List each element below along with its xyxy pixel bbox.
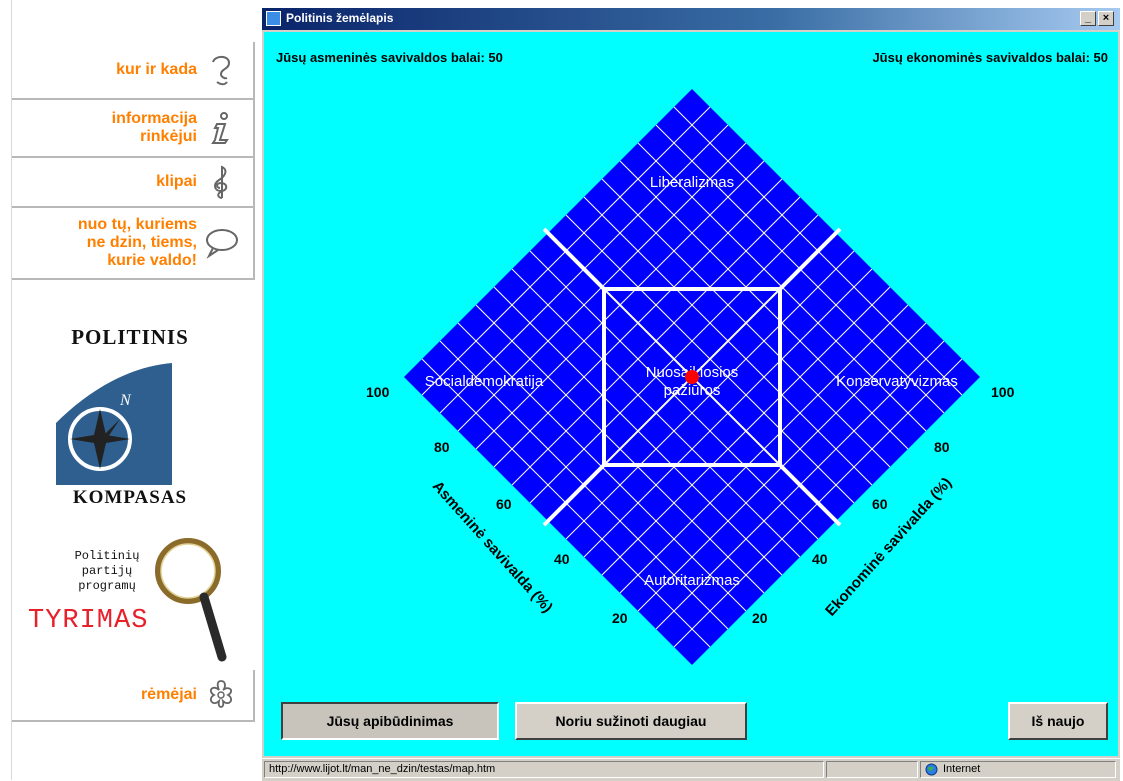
- compass-n-letter: N: [119, 392, 132, 409]
- region-label-moderate-line2: pažiūros: [664, 382, 721, 399]
- political-map[interactable]: Liberalizmas Socialdemokratija Konservat…: [264, 32, 1118, 692]
- region-label-authoritarianism: Autoritarizmas: [644, 572, 740, 589]
- learn-more-button[interactable]: Noriu sužinoti daugiau: [515, 702, 747, 740]
- globe-icon: [925, 763, 938, 776]
- music-clef-icon: [214, 165, 228, 199]
- region-label-liberalism: Liberalizmas: [650, 174, 734, 191]
- info-icon: [211, 112, 229, 144]
- right-tick-80: 80: [934, 439, 950, 455]
- question-icon: [212, 55, 231, 86]
- right-tick-60: 60: [872, 496, 888, 512]
- flower-icon: [210, 680, 232, 708]
- region-label-socialdemocracy: Socialdemokratija: [425, 373, 544, 390]
- compass-logo[interactable]: N: [56, 353, 172, 485]
- right-tick-40: 40: [812, 551, 828, 567]
- speech-bubble-icon: [206, 229, 238, 259]
- title-bar[interactable]: Politinis žemėlapis _ ×: [262, 8, 1120, 30]
- status-empty-cell: [826, 761, 918, 778]
- menu-item-remejai[interactable]: rėmėjai: [12, 670, 255, 722]
- sidebar: kur ir kada informacija rinkėjui klipai n…: [12, 0, 257, 780]
- logo-title-top: POLITINIS: [71, 325, 189, 349]
- status-zone: Internet: [920, 761, 1116, 778]
- logo-title-bottom: KOMPASAS: [72, 487, 188, 508]
- menu-item-kur-ir-kada[interactable]: kur ir kada: [12, 42, 255, 100]
- menu-label: klipai: [156, 173, 197, 190]
- restart-button[interactable]: Iš naujo: [1008, 702, 1108, 740]
- menu-label: informacija rinkėjui: [111, 110, 197, 145]
- minimize-button[interactable]: _: [1080, 11, 1096, 26]
- menu-item-klipai[interactable]: klipai: [12, 158, 255, 208]
- menu-label: rėmėjai: [140, 686, 197, 703]
- menu-item-nuo-tu[interactable]: nuo tų, kuriems ne dzin, tiems, kurie vald…: [12, 208, 255, 280]
- status-zone-label: Internet: [943, 763, 981, 775]
- menu-label: kur ir kada: [116, 61, 197, 78]
- app-window: Politinis žemėlapis _ × Jūsų asmeninės s…: [262, 8, 1120, 781]
- window-app-icon: [266, 11, 281, 26]
- magnifier-icon: [155, 538, 227, 662]
- map-content-area: Jūsų asmeninės savivaldos balai: 50 Jūsų…: [264, 32, 1118, 756]
- status-url: http://www.lijot.lt/man_ne_dzin/testas/m…: [264, 761, 824, 778]
- menu-item-informacija[interactable]: informacija rinkėjui: [12, 100, 255, 158]
- left-tick-40: 40: [554, 551, 570, 567]
- description-button[interactable]: Jūsų apibūdinimas: [281, 702, 499, 740]
- region-label-conservatism: Konservatyvizmas: [836, 373, 958, 390]
- left-tick-20: 20: [612, 610, 628, 626]
- left-tick-100: 100: [366, 384, 390, 400]
- position-marker: [685, 370, 699, 384]
- left-tick-60: 60: [496, 496, 512, 512]
- left-tick-80: 80: [434, 439, 450, 455]
- survey-title[interactable]: TYRIMAS: [28, 606, 148, 636]
- status-bar: http://www.lijot.lt/man_ne_dzin/testas/m…: [262, 758, 1120, 781]
- page-left-border: [0, 0, 12, 780]
- right-tick-100: 100: [991, 384, 1015, 400]
- window-title: Politinis žemėlapis: [286, 11, 394, 25]
- close-button[interactable]: ×: [1098, 11, 1114, 26]
- right-tick-20: 20: [752, 610, 768, 626]
- menu-label: nuo tų, kuriems ne dzin, tiems, kurie vald…: [77, 216, 197, 269]
- survey-subtitle: Politinių partijų programų: [74, 549, 140, 593]
